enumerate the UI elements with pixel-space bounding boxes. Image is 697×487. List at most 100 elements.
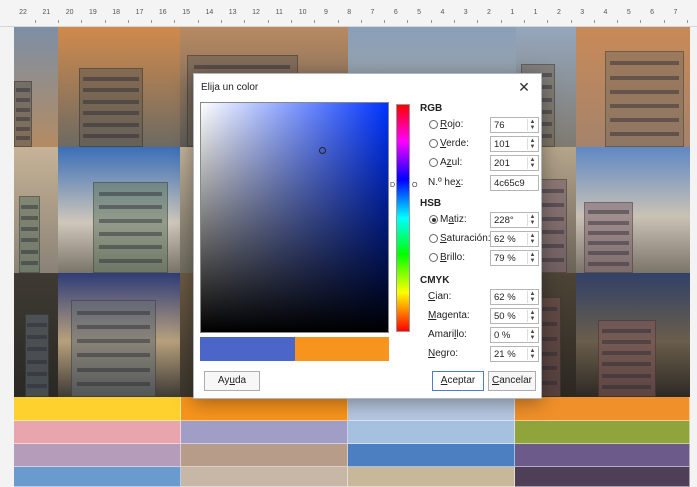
color-swatch-table: [14, 397, 690, 487]
color-swatch-cell[interactable]: [515, 397, 690, 421]
spin-arrows-icon[interactable]: ▲ ▼: [527, 138, 537, 150]
spin-arrows-icon[interactable]: ▲ ▼: [527, 214, 537, 226]
horizontal-ruler[interactable]: 22 21 20 19 18 17 16 15 14 13 12 11 10 9 8 7 6 5 4 3 2 1 1 2 3 4 5…: [0, 0, 697, 27]
ruler-minor-mark: [360, 20, 362, 23]
brightness-radio[interactable]: [429, 253, 438, 262]
hex-input[interactable]: 4c65c9: [490, 175, 539, 191]
color-swatch-cell[interactable]: [348, 444, 515, 467]
window-shape: [83, 111, 139, 116]
ruler-tick-label: 6: [650, 9, 655, 16]
window-shape: [15, 107, 30, 112]
saturation-spinbox[interactable]: 62 % ▲ ▼: [490, 231, 539, 247]
magenta-label: Magenta:: [428, 310, 470, 321]
color-swatch-cell[interactable]: [14, 421, 181, 444]
close-icon[interactable]: ✕: [515, 78, 533, 96]
green-spinbox[interactable]: 101 ▲ ▼: [490, 136, 539, 152]
window-shape: [610, 89, 679, 94]
hue-radio[interactable]: [429, 215, 438, 224]
building-shape: [93, 182, 168, 273]
window-shape: [21, 238, 39, 243]
help-button[interactable]: Ayuda: [204, 371, 260, 391]
red-label: Rojo:: [440, 119, 464, 130]
window-shape: [26, 323, 47, 328]
building-shape: [604, 51, 685, 147]
ruler-minor-mark: [267, 20, 269, 23]
ruler-tick-label: 1: [510, 9, 515, 16]
spin-arrows-icon[interactable]: ▲ ▼: [527, 291, 537, 303]
ruler-minor-mark: [57, 20, 59, 23]
green-radio[interactable]: [429, 139, 438, 148]
color-swatch-cell[interactable]: [348, 467, 515, 487]
ruler-minor-mark: [221, 20, 223, 23]
spin-arrows-icon[interactable]: ▲ ▼: [527, 348, 537, 360]
color-swatch-cell[interactable]: [14, 467, 181, 487]
color-swatch-cell[interactable]: [181, 397, 348, 421]
magenta-spinbox[interactable]: 50 % ▲ ▼: [490, 308, 539, 324]
color-swatch-cell[interactable]: [14, 444, 181, 467]
writer-window: 22 21 20 19 18 17 16 15 14 13 12 11 10 9 8 7 6 5 4 3 2 1 1 2 3 4 5…: [0, 0, 697, 487]
saturation-radio[interactable]: [429, 234, 438, 243]
color-swatch-cell[interactable]: [181, 421, 348, 444]
ruler-tick-label: 4: [603, 9, 608, 16]
color-swatch-cell[interactable]: [348, 421, 515, 444]
ruler-tick-label: 5: [626, 9, 631, 16]
dialog-titlebar[interactable]: Elija un color ✕: [194, 74, 541, 101]
hue-spinbox[interactable]: 228° ▲ ▼: [490, 212, 539, 228]
ruler-minor-mark: [314, 20, 316, 23]
photo: [58, 147, 180, 273]
blue-radio[interactable]: [429, 158, 438, 167]
spin-arrows-icon[interactable]: ▲ ▼: [527, 252, 537, 264]
brightness-spinbox[interactable]: 79 % ▲ ▼: [490, 250, 539, 266]
spin-arrows-icon[interactable]: ▲ ▼: [527, 329, 537, 341]
color-swatch-cell[interactable]: [515, 421, 690, 444]
original-color-preview: [295, 337, 389, 361]
ruler-minor-mark: [290, 20, 292, 23]
ruler-tick-label: 21: [42, 9, 51, 16]
window-shape: [602, 351, 652, 356]
spin-arrows-icon[interactable]: ▲ ▼: [527, 157, 537, 169]
photo: [14, 273, 58, 397]
color-swatch-cell[interactable]: [181, 444, 348, 467]
spin-arrows-icon[interactable]: ▲ ▼: [527, 119, 537, 131]
ruler-minor-mark: [384, 20, 386, 23]
rgb-heading: RGB: [420, 103, 443, 114]
yellow-spinbox[interactable]: 0 % ▲ ▼: [490, 327, 539, 343]
hue-slider[interactable]: [396, 104, 410, 332]
window-shape: [587, 210, 630, 215]
ruler-tick-label: 12: [252, 9, 260, 16]
window-shape: [98, 192, 163, 197]
cancel-button[interactable]: Cancelar: [488, 371, 536, 391]
red-spinbox[interactable]: 76 ▲ ▼: [490, 117, 539, 133]
spin-arrows-icon[interactable]: ▲ ▼: [527, 233, 537, 245]
red-radio[interactable]: [429, 120, 438, 129]
window-shape: [98, 205, 163, 210]
ruler-minor-mark: [593, 20, 595, 23]
cyan-label: Cian:: [428, 291, 452, 302]
window-shape: [15, 98, 30, 102]
blue-spinbox[interactable]: 201 ▲ ▼: [490, 155, 539, 171]
ruler-minor-mark: [687, 20, 689, 23]
ruler-tick-label: 7: [370, 9, 375, 16]
black-spinbox[interactable]: 21 % ▲ ▼: [490, 346, 539, 362]
photo: [58, 27, 180, 147]
window-shape: [26, 359, 47, 364]
ruler-minor-mark: [244, 20, 246, 23]
color-swatch-cell[interactable]: [515, 467, 690, 487]
cyan-spinbox[interactable]: 62 % ▲ ▼: [490, 289, 539, 305]
saturation-brightness-field[interactable]: [200, 102, 389, 333]
brightness-label: Brillo:: [440, 252, 466, 263]
spin-arrows-icon[interactable]: ▲ ▼: [527, 310, 537, 322]
color-swatch-cell[interactable]: [181, 467, 348, 487]
ok-button[interactable]: Aceptar: [432, 371, 484, 391]
window-shape: [26, 371, 47, 376]
window-shape: [98, 218, 163, 223]
window-shape: [21, 215, 39, 220]
window-shape: [610, 103, 679, 108]
hue-slider-marker-left: D: [390, 182, 396, 189]
color-swatch-cell[interactable]: [14, 397, 181, 421]
color-cursor[interactable]: [319, 147, 326, 154]
window-shape: [15, 88, 30, 93]
color-swatch-cell[interactable]: [515, 444, 690, 467]
color-swatch-cell[interactable]: [348, 397, 515, 421]
black-row: Negro: 21 % ▲ ▼: [420, 346, 540, 362]
